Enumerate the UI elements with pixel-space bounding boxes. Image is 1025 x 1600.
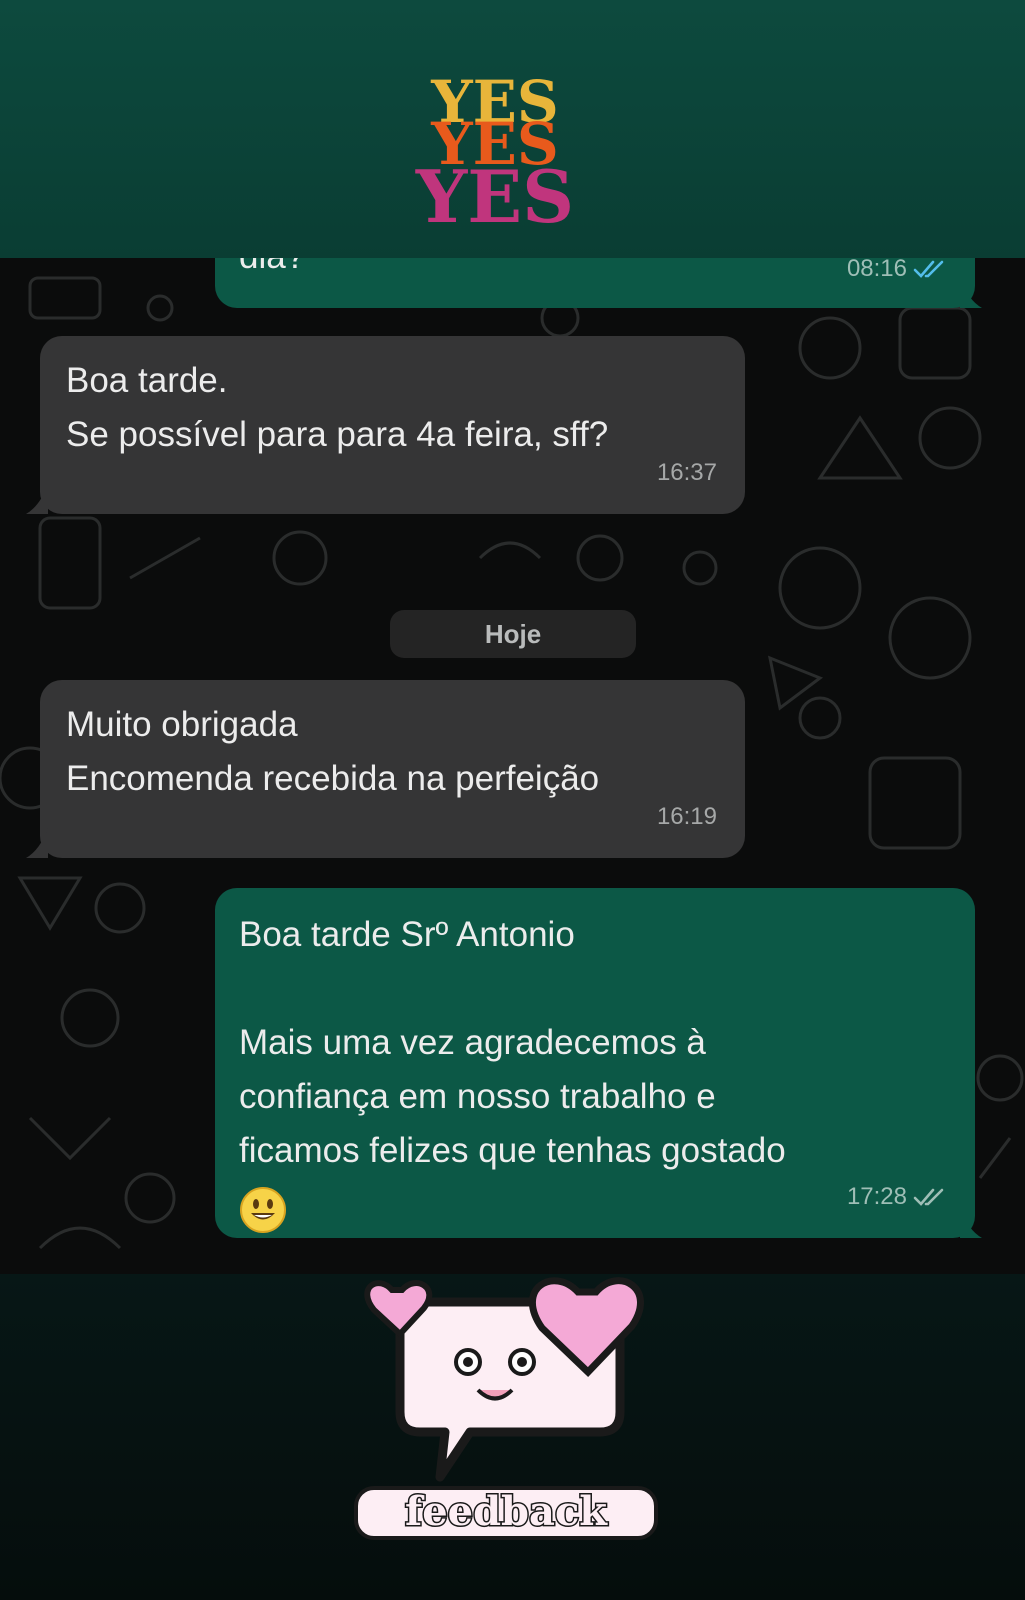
feedback-sticker: feedback bbox=[354, 1277, 658, 1540]
message-meta: 08:16 bbox=[847, 258, 947, 296]
message-meta: 17:28 bbox=[847, 1170, 947, 1224]
message-time: 08:16 bbox=[846, 258, 907, 282]
message-text: Boa tarde Srº Antonio Mais uma vez agrad… bbox=[239, 915, 786, 1170]
top-banner: YES YES YES bbox=[0, 0, 1025, 258]
bubble-tail bbox=[26, 828, 48, 858]
yes-yes-yes-logo: YES YES YES bbox=[415, 72, 574, 239]
bubble-tail bbox=[26, 484, 48, 514]
logo-word-3: YES bbox=[415, 154, 574, 239]
message-time: 17:28 bbox=[846, 1183, 907, 1210]
message-text: Muito obrigada Encomenda recebida na per… bbox=[66, 705, 600, 798]
message-incoming[interactable]: Boa tarde. Se possível para para 4a feir… bbox=[40, 336, 745, 514]
message-text: Boa tarde. Se possível para para 4a feir… bbox=[66, 361, 609, 454]
message-outgoing[interactable]: dia? 08:16 bbox=[215, 258, 975, 308]
bubble-tail bbox=[960, 1208, 982, 1238]
message-text: dia? bbox=[239, 258, 951, 284]
message-meta: 16:19 bbox=[657, 790, 717, 844]
message-incoming[interactable]: Muito obrigada Encomenda recebida na per… bbox=[40, 680, 745, 858]
message-outgoing[interactable]: Boa tarde Srº Antonio Mais uma vez agrad… bbox=[215, 888, 975, 1238]
sticker-label: feedback bbox=[405, 1488, 608, 1535]
message-time: 16:19 bbox=[656, 803, 717, 830]
message-meta: 16:37 bbox=[657, 446, 717, 500]
bubble-tail bbox=[960, 278, 982, 308]
chat-conversation[interactable]: dia? 08:16 Boa tarde. Se possível para p… bbox=[0, 258, 1025, 1274]
message-time: 16:37 bbox=[656, 459, 717, 486]
double-check-read-icon bbox=[913, 260, 944, 278]
day-separator: Hoje bbox=[390, 610, 636, 658]
double-check-delivered-icon bbox=[913, 1188, 944, 1206]
smiley-emoji-icon bbox=[240, 1186, 286, 1233]
